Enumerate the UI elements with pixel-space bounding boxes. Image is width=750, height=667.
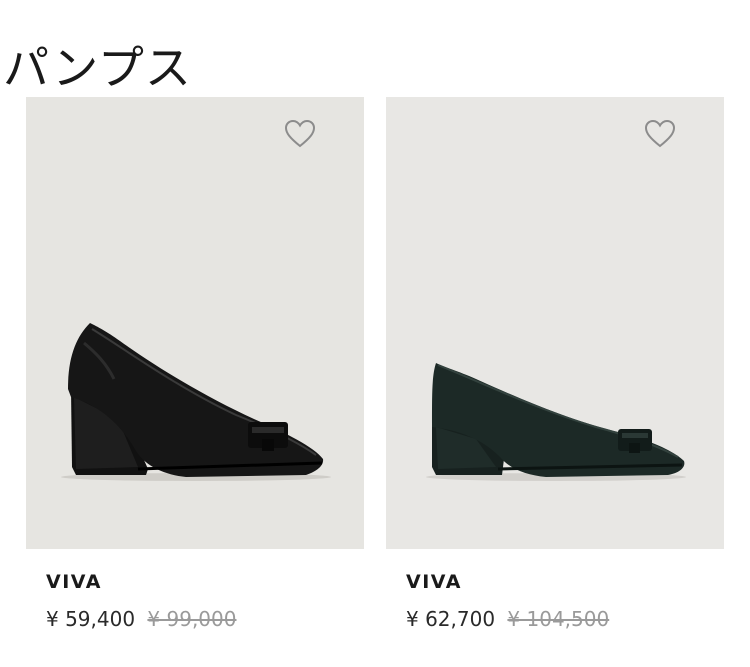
heart-outline-icon: [284, 119, 316, 148]
price-current: ¥ 62,700: [406, 607, 496, 631]
price-current: ¥ 59,400: [46, 607, 136, 631]
product-image[interactable]: [386, 97, 724, 549]
price-original: ¥ 104,500: [507, 607, 610, 631]
page-title: パンプス: [3, 41, 192, 95]
product-name[interactable]: VIVA: [406, 571, 462, 593]
product-card[interactable]: VIVA ¥ 62,700 ¥ 104,500: [386, 97, 724, 631]
product-image[interactable]: [26, 97, 364, 549]
heart-outline-icon: [644, 119, 676, 148]
product-name[interactable]: VIVA: [46, 571, 102, 593]
product-photo-pump-green: [426, 363, 686, 481]
product-price: ¥ 62,700 ¥ 104,500: [406, 607, 609, 631]
wishlist-button[interactable]: [644, 119, 676, 149]
wishlist-button[interactable]: [284, 119, 316, 149]
price-original: ¥ 99,000: [147, 607, 237, 631]
product-card[interactable]: VIVA ¥ 59,400 ¥ 99,000: [26, 97, 364, 631]
product-photo-pump-black: [61, 323, 331, 481]
product-price: ¥ 59,400 ¥ 99,000: [46, 607, 236, 631]
